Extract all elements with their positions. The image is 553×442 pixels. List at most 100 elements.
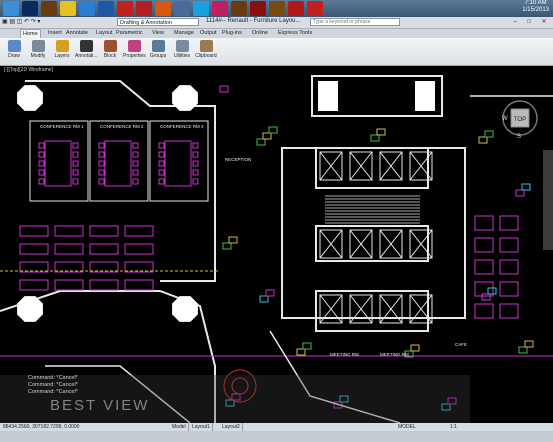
viewport-label[interactable]: [-][Top][2D Wireframe] <box>4 67 53 73</box>
clock[interactable]: 7:10 AM 1/15/2013 <box>522 0 549 14</box>
chair <box>98 142 105 149</box>
acad-icon[interactable] <box>288 1 304 16</box>
acrobat-icon[interactable] <box>117 1 133 16</box>
close-button[interactable]: ✕ <box>537 17 551 27</box>
conference-table <box>104 140 132 187</box>
people-icon[interactable] <box>174 1 190 16</box>
ribbon-label: Modify <box>30 53 46 59</box>
fire-icon[interactable] <box>155 1 171 16</box>
pdf-icon[interactable] <box>307 1 323 16</box>
workspace-dropdown[interactable]: Drafting & Annotation <box>117 18 199 26</box>
desk <box>89 261 119 273</box>
tab-output[interactable]: Output <box>198 29 219 38</box>
desk <box>19 261 49 273</box>
start-orb-icon[interactable] <box>3 1 19 16</box>
blockpanel-button[interactable]: Block <box>99 39 121 64</box>
tab-layout[interactable]: Layout <box>94 29 115 38</box>
chair <box>132 169 139 176</box>
groupspanel-button[interactable]: Groups <box>147 39 169 64</box>
desk <box>19 243 49 255</box>
tab-plug-ins[interactable]: Plug-ins <box>220 29 244 38</box>
chair <box>158 151 165 158</box>
room-label: CONFERENCE RM 2 <box>100 124 144 129</box>
annotati-panel-button[interactable]: Annotati... <box>75 39 98 64</box>
chair <box>72 160 79 167</box>
photoshop-icon[interactable] <box>22 1 38 16</box>
bridge2-icon[interactable] <box>231 1 247 16</box>
furniture <box>256 138 266 146</box>
desk <box>499 281 519 297</box>
ie-icon[interactable] <box>79 1 95 16</box>
furniture <box>521 183 531 191</box>
quick-access-toolbar[interactable]: ▣ ▤ ◫ ↶ ↷ ▾ <box>2 18 40 25</box>
tab-express-tools[interactable]: Express Tools <box>276 29 314 38</box>
outlook-icon[interactable] <box>98 1 114 16</box>
drawing-canvas[interactable]: [-][Top][2D Wireframe] CONFERENCE RM 1 CO… <box>0 66 553 423</box>
desk <box>474 259 494 275</box>
chair <box>98 160 105 167</box>
layerspanel-button[interactable]: Layers <box>51 39 73 64</box>
furniture <box>259 295 269 303</box>
furniture <box>478 136 488 144</box>
desk <box>19 279 49 291</box>
desk <box>124 261 154 273</box>
chair <box>132 142 139 149</box>
tab-insert[interactable]: Insert <box>46 29 64 38</box>
chrome-icon[interactable] <box>60 1 76 16</box>
room-label: MEETING RM <box>380 352 409 357</box>
pen-icon[interactable] <box>136 1 152 16</box>
chair <box>38 142 45 149</box>
furniture <box>481 293 491 301</box>
groups-icon <box>151 40 165 52</box>
autocad-icon[interactable] <box>250 1 266 16</box>
search-input[interactable]: Type a keyword or phrase <box>310 18 400 26</box>
furniture <box>296 348 306 356</box>
tab-parametric[interactable]: Parametric <box>114 29 145 38</box>
desk <box>474 237 494 253</box>
layout-tab-model[interactable]: Model <box>170 423 189 431</box>
skype-icon[interactable] <box>193 1 209 16</box>
tab-manage[interactable]: Manage <box>172 29 196 38</box>
ribbon-label: Properties <box>123 53 146 59</box>
status-bar: 88434.2560, 307182.7299, 0.0000 Model Lay… <box>0 423 553 431</box>
chair <box>98 169 105 176</box>
desk <box>124 225 154 237</box>
br-icon[interactable] <box>269 1 285 16</box>
viewcube-south-label: S <box>517 134 521 138</box>
navigation-bar[interactable] <box>543 150 553 250</box>
drawpanel-button[interactable]: Draw <box>3 39 25 64</box>
viewcube[interactable]: TOP W S <box>500 98 540 138</box>
furniture <box>262 132 272 140</box>
bridge-icon[interactable] <box>41 1 57 16</box>
model-toggle[interactable]: MODEL <box>398 423 416 431</box>
windows-status-strip <box>0 431 553 442</box>
desk <box>474 303 494 319</box>
lobby-panel <box>318 81 338 111</box>
utilitiespanel-button[interactable]: Utilities <box>171 39 193 64</box>
furniture <box>484 130 494 138</box>
annotation-scale[interactable]: 1:1 <box>450 423 457 431</box>
maximize-button[interactable]: □ <box>522 17 536 27</box>
modifypanel-button[interactable]: Modify <box>27 39 49 64</box>
tab-view[interactable]: View <box>150 29 166 38</box>
chair <box>192 169 199 176</box>
chair <box>192 178 199 185</box>
ribbon-label: Block <box>103 53 117 59</box>
minimize-button[interactable]: – <box>508 17 522 27</box>
viewcube-top-label: TOP <box>514 117 526 123</box>
clipboard-icon <box>199 40 213 52</box>
propertiespanel-button[interactable]: Properties <box>123 39 146 64</box>
furniture <box>265 289 275 297</box>
ribbon-label: Groups <box>149 53 167 59</box>
layout-tab-layout2[interactable]: Layout2 <box>220 423 243 431</box>
room-label: CONFERENCE RM 3 <box>160 124 204 129</box>
layout-tab-layout1[interactable]: Layout1 <box>190 423 213 431</box>
clipboardpanel-button[interactable]: Clipboard <box>195 39 217 64</box>
ve-icon[interactable] <box>212 1 228 16</box>
ribbon-label: Utilities <box>173 53 191 59</box>
furniture <box>370 134 380 142</box>
tab-annotate[interactable]: Annotate <box>64 29 90 38</box>
desk <box>19 225 49 237</box>
tab-online[interactable]: Online <box>250 29 270 38</box>
furniture <box>515 189 525 197</box>
